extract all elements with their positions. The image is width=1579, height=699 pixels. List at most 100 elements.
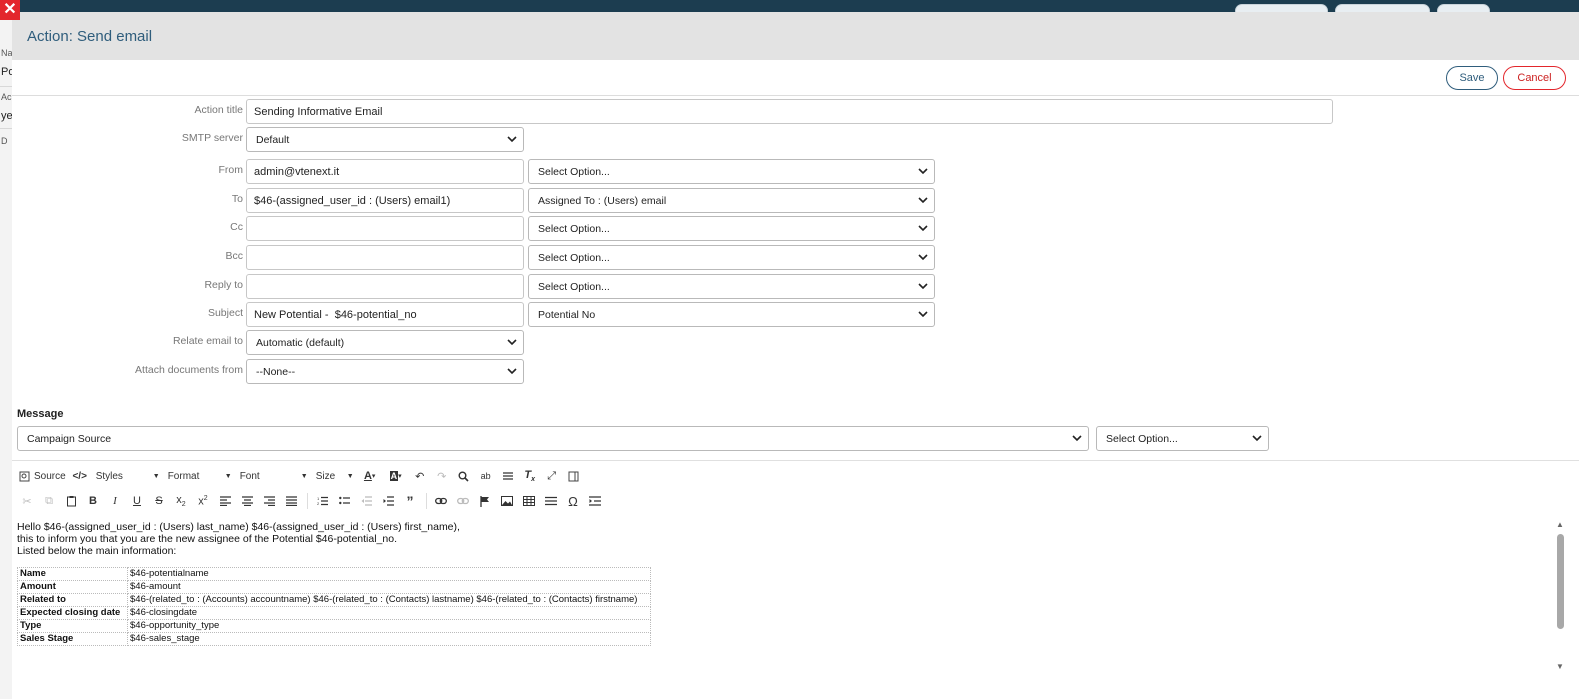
align-left-icon bbox=[219, 496, 231, 506]
copy-icon: ⧉ bbox=[45, 494, 53, 507]
svg-text:2: 2 bbox=[317, 501, 320, 506]
omega-icon: Ω bbox=[568, 493, 578, 509]
attach-documents-select[interactable]: --None-- bbox=[246, 359, 524, 384]
special-char-button[interactable]: Ω bbox=[563, 491, 583, 511]
table-button[interactable] bbox=[519, 491, 539, 511]
decrease-indent-button[interactable] bbox=[356, 491, 376, 511]
smtp-server-value: Default bbox=[256, 133, 290, 146]
chevron-down-icon: ▼ bbox=[300, 472, 308, 480]
smtp-server-label: SMTP server bbox=[181, 132, 243, 144]
font-label: Font bbox=[239, 470, 260, 482]
horizontal-line-icon bbox=[545, 496, 557, 506]
attach-documents-row: Attach documents from --None-- bbox=[12, 359, 1579, 385]
table-row: Name $46-potentialname bbox=[17, 567, 651, 581]
remove-format-button[interactable]: Tx bbox=[520, 466, 540, 486]
cut-button[interactable]: ✂ bbox=[17, 491, 37, 511]
maximize-button[interactable]: ⤢ bbox=[542, 466, 562, 486]
styles-dropdown[interactable]: Styles ▼ bbox=[92, 471, 164, 482]
anchor-button[interactable] bbox=[475, 491, 495, 511]
from-option-select[interactable]: Select Option... bbox=[528, 159, 935, 184]
align-center-button[interactable] bbox=[237, 491, 257, 511]
scrollbar-thumb[interactable] bbox=[1557, 534, 1564, 629]
reply-to-input[interactable] bbox=[246, 274, 524, 299]
smtp-server-select[interactable]: Default bbox=[246, 127, 524, 152]
increase-indent-button[interactable] bbox=[378, 491, 398, 511]
scroll-up-icon[interactable]: ▲ bbox=[1556, 520, 1564, 529]
scroll-down-icon[interactable]: ▼ bbox=[1556, 662, 1564, 671]
subject-option-value: Potential No bbox=[538, 308, 596, 321]
modal-header: Action: Send email bbox=[12, 12, 1579, 60]
strikethrough-button[interactable]: S bbox=[149, 491, 169, 511]
align-left-button[interactable] bbox=[215, 491, 235, 511]
background-color-icon: A bbox=[389, 471, 399, 481]
select-all-button[interactable] bbox=[498, 466, 518, 486]
unlink-button[interactable] bbox=[453, 491, 473, 511]
table-value: $46-amount bbox=[127, 580, 651, 594]
redo-button[interactable]: ↷ bbox=[432, 466, 452, 486]
source-icon bbox=[19, 471, 30, 482]
font-dropdown[interactable]: Font ▼ bbox=[236, 471, 312, 482]
message-field-select[interactable]: Campaign Source bbox=[17, 426, 1089, 451]
subject-option-select[interactable]: Potential No bbox=[528, 302, 935, 327]
bcc-input[interactable] bbox=[246, 245, 524, 270]
copy-button[interactable]: ⧉ bbox=[39, 491, 59, 511]
text-color-button[interactable]: A ▾ bbox=[358, 466, 382, 486]
from-option-value: Select Option... bbox=[538, 165, 610, 178]
table-key: Related to bbox=[17, 593, 128, 607]
save-button[interactable]: Save bbox=[1446, 66, 1498, 90]
relate-email-select[interactable]: Automatic (default) bbox=[246, 330, 524, 355]
format-dropdown[interactable]: Format ▼ bbox=[164, 471, 236, 482]
editor-scrollbar[interactable]: ▲ ▼ bbox=[1554, 520, 1566, 680]
table-value: $46-closingdate bbox=[127, 606, 651, 620]
cc-input[interactable] bbox=[246, 216, 524, 241]
bulleted-list-button[interactable] bbox=[334, 491, 354, 511]
table-row: Expected closing date $46-closingdate bbox=[17, 606, 651, 620]
background-app-header bbox=[0, 0, 1579, 18]
cut-icon: ✂ bbox=[22, 495, 32, 508]
background-color-button[interactable]: A ▾ bbox=[384, 466, 408, 486]
insert-field-icon bbox=[589, 496, 601, 506]
find-button[interactable] bbox=[454, 466, 474, 486]
source-button[interactable]: Source bbox=[17, 466, 68, 486]
cc-label: Cc bbox=[230, 221, 243, 233]
to-input[interactable]: $46-(assigned_user_id : (Users) email1) bbox=[246, 188, 524, 213]
show-blocks-button[interactable] bbox=[564, 466, 584, 486]
message-option-select[interactable]: Select Option... bbox=[1096, 426, 1269, 451]
from-input[interactable]: admin@vtenext.it bbox=[246, 159, 524, 184]
editor-content[interactable]: Hello $46-(assigned_user_id : (Users) la… bbox=[17, 521, 1552, 689]
insert-field-button[interactable] bbox=[585, 491, 605, 511]
attach-documents-value: --None-- bbox=[256, 365, 296, 378]
size-dropdown[interactable]: Size ▼ bbox=[312, 471, 358, 482]
cc-option-select[interactable]: Select Option... bbox=[528, 216, 935, 241]
close-icon[interactable]: ✕ bbox=[0, 0, 20, 20]
relate-email-row: Relate email to Automatic (default) bbox=[12, 330, 1579, 356]
subscript-button[interactable]: x2 bbox=[171, 491, 191, 511]
replace-button[interactable]: ab bbox=[476, 466, 496, 486]
message-label: Message bbox=[17, 408, 64, 420]
image-button[interactable] bbox=[497, 491, 517, 511]
bcc-option-select[interactable]: Select Option... bbox=[528, 245, 935, 270]
superscript-button[interactable]: x2 bbox=[193, 491, 213, 511]
chevron-down-icon bbox=[507, 366, 517, 376]
to-option-select[interactable]: Assigned To : (Users) email bbox=[528, 188, 935, 213]
message-field-value: Campaign Source bbox=[27, 432, 112, 445]
numbered-list-button[interactable]: 12 bbox=[312, 491, 332, 511]
to-label: To bbox=[231, 193, 243, 205]
undo-button[interactable]: ↶ bbox=[410, 466, 430, 486]
link-button[interactable] bbox=[431, 491, 451, 511]
reply-to-option-select[interactable]: Select Option... bbox=[528, 274, 935, 299]
horizontal-line-button[interactable] bbox=[541, 491, 561, 511]
blockquote-button[interactable]: ” bbox=[400, 491, 420, 511]
background-app-sidebar: Na Po Ac ye D bbox=[0, 12, 12, 699]
italic-button[interactable]: I bbox=[105, 491, 125, 511]
action-title-input[interactable]: Sending Informative Email bbox=[246, 99, 1333, 124]
justify-button[interactable] bbox=[281, 491, 301, 511]
underline-button[interactable]: U bbox=[127, 491, 147, 511]
bold-button[interactable]: B bbox=[83, 491, 103, 511]
align-right-button[interactable] bbox=[259, 491, 279, 511]
cancel-button[interactable]: Cancel bbox=[1503, 66, 1566, 90]
subject-input[interactable]: New Potential - $46-potential_no bbox=[246, 302, 524, 327]
italic-icon: I bbox=[113, 495, 117, 507]
code-view-button[interactable]: </> bbox=[70, 466, 90, 486]
paste-button[interactable] bbox=[61, 491, 81, 511]
